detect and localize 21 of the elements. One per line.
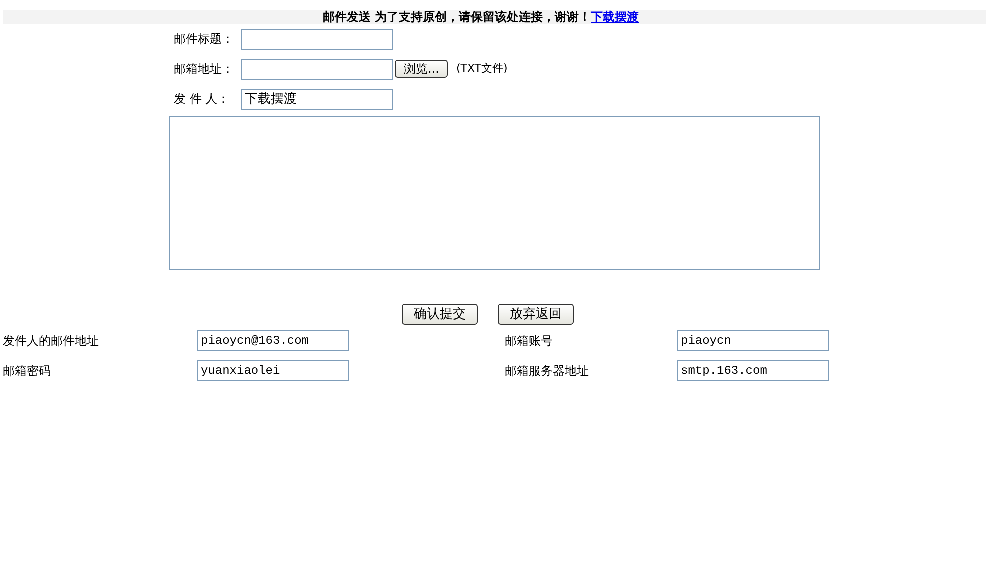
cancel-button[interactable]: 放弃返回 <box>498 304 574 325</box>
setting-label: 邮箱密码 <box>3 362 52 380</box>
field-label: 邮箱地址： <box>173 61 235 78</box>
field-label: 发 件 人： <box>173 91 231 108</box>
setting-field[interactable]: piaoycn <box>677 330 829 351</box>
message-field[interactable] <box>169 116 820 270</box>
setting-field[interactable]: piaoycn@163.com <box>197 330 349 351</box>
text-field[interactable] <box>241 58 393 80</box>
browse-button[interactable]: 浏览... <box>395 60 448 78</box>
setting-label: 发件人的邮件地址 <box>3 332 100 350</box>
field-label: 邮件标题： <box>173 31 235 48</box>
download-link[interactable]: 下载摆渡 <box>591 10 640 24</box>
file-type-note: (TXT文件) <box>456 60 508 77</box>
setting-field[interactable]: smtp.163.com <box>677 360 829 381</box>
submit-button[interactable]: 确认提交 <box>402 304 478 325</box>
setting-label: 邮箱服务器地址 <box>505 362 590 380</box>
header-text: 邮件发送 为了支持原创，请保留该处连接，谢谢！ <box>323 10 592 24</box>
setting-field[interactable]: yuanxiaolei <box>197 360 349 381</box>
text-field[interactable]: 下载摆渡 <box>241 88 393 110</box>
text-field[interactable] <box>241 28 393 50</box>
setting-label: 邮箱账号 <box>505 332 554 350</box>
